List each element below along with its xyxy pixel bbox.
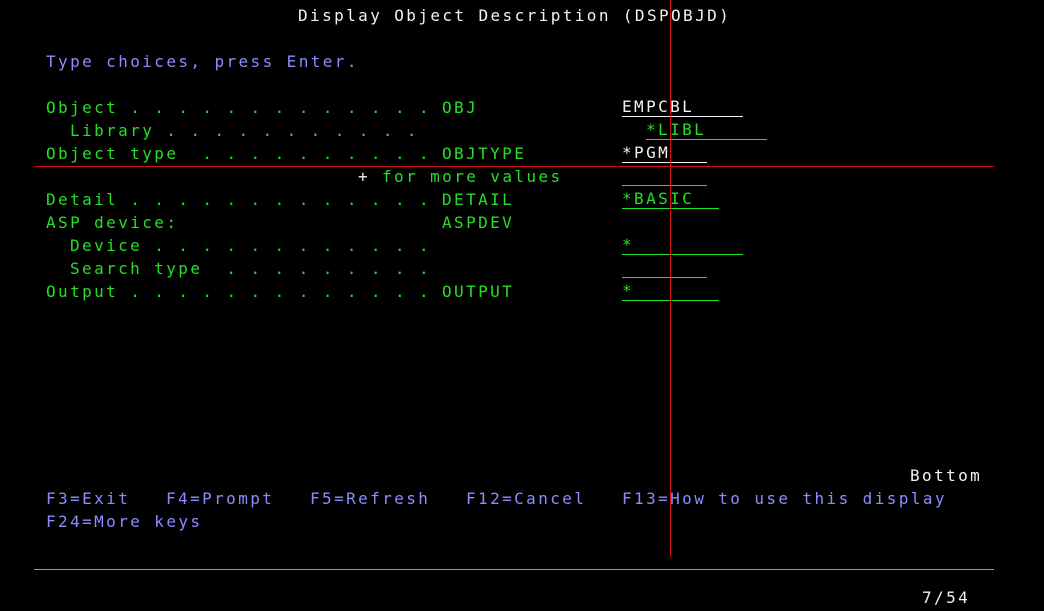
object-type-label: Object type . . . . . . . . . . <box>46 144 432 163</box>
f24-more-keys[interactable]: F24=More keys <box>46 510 202 533</box>
status-divider <box>34 569 994 570</box>
instruction-text: Type choices, press Enter. <box>46 52 359 71</box>
object-type-input[interactable]: *PGM <box>622 142 707 163</box>
object-input[interactable]: EMPCBL <box>622 96 743 117</box>
library-label: Library . . . . . . . . . . . <box>70 121 419 140</box>
position-indicator: Bottom <box>910 466 983 485</box>
f5-refresh-key[interactable]: F5=Refresh <box>310 487 430 510</box>
object-type-more-input[interactable] <box>622 165 707 186</box>
more-values-plus-icon: + <box>358 167 371 186</box>
detail-label: Detail . . . . . . . . . . . . . <box>46 190 432 209</box>
output-label: Output . . . . . . . . . . . . . <box>46 282 432 301</box>
object-type-keyword: OBJTYPE <box>442 144 527 163</box>
device-input[interactable]: * <box>622 234 743 255</box>
f4-prompt-key[interactable]: F4=Prompt <box>166 487 274 510</box>
f12-cancel-key[interactable]: F12=Cancel <box>466 487 586 510</box>
library-input[interactable]: *LIBL <box>646 119 767 140</box>
f3-exit-key[interactable]: F3=Exit <box>46 487 130 510</box>
device-label: Device . . . . . . . . . . . . <box>70 236 431 255</box>
output-keyword: OUTPUT <box>442 282 515 301</box>
object-label: Object . . . . . . . . . . . . . <box>46 98 432 117</box>
asp-device-keyword: ASPDEV <box>442 213 515 232</box>
search-type-input[interactable] <box>622 257 707 278</box>
cursor-crosshair-horizontal <box>34 166 994 167</box>
asp-device-label: ASP device: <box>46 213 179 232</box>
cursor-crosshair-vertical <box>670 0 671 557</box>
search-type-label: Search type . . . . . . . . . <box>70 259 431 278</box>
more-values-text: for more values <box>382 167 563 186</box>
detail-keyword: DETAIL <box>442 190 515 209</box>
screen-title: Display Object Description (DSPOBJD) <box>298 6 732 25</box>
object-keyword: OBJ <box>442 98 479 117</box>
cursor-position: 7/54 <box>922 588 971 607</box>
